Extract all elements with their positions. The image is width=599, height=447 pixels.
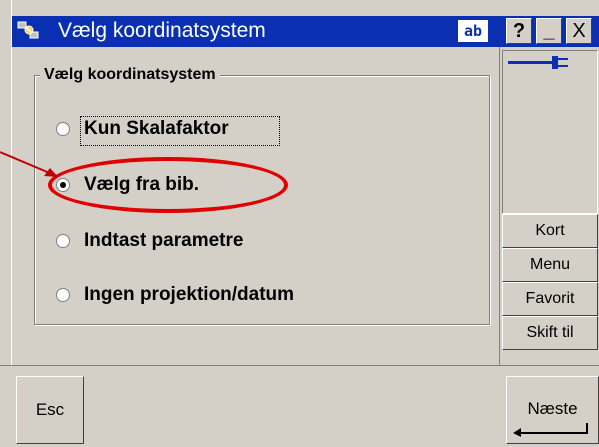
next-button[interactable]: Næste [506, 376, 599, 444]
radio-kun-skalafaktor[interactable] [56, 122, 70, 136]
option-label-indtast-parametre[interactable]: Indtast parametre [84, 229, 243, 253]
status-area [502, 50, 598, 214]
kort-button[interactable]: Kort [502, 214, 598, 248]
menu-button[interactable]: Menu [502, 248, 598, 282]
esc-button[interactable]: Esc [16, 376, 84, 444]
help-button[interactable]: ? [506, 18, 532, 44]
radio-indtast-parametre[interactable] [56, 234, 70, 248]
input-mode-indicator[interactable]: ab [458, 20, 488, 42]
satellite-icon [17, 21, 39, 39]
highlight-ellipse [48, 157, 288, 213]
power-plug-icon [508, 56, 568, 69]
skift-til-button[interactable]: Skift til [502, 316, 598, 350]
group-title: Vælg koordinatsystem [40, 65, 220, 85]
minimize-button[interactable]: _ [536, 18, 562, 44]
favorit-button[interactable]: Favorit [502, 282, 598, 316]
focus-rectangle [80, 116, 280, 146]
enter-arrow-icon [513, 423, 588, 437]
window-title: Vælg koordinatsystem [58, 19, 266, 42]
radio-ingen-projektion[interactable] [56, 288, 70, 302]
next-button-label: Næste [527, 399, 578, 418]
close-button[interactable]: X [566, 18, 592, 44]
arrow-icon [0, 151, 58, 177]
option-label-ingen-projektion[interactable]: Ingen projektion/datum [84, 283, 294, 307]
